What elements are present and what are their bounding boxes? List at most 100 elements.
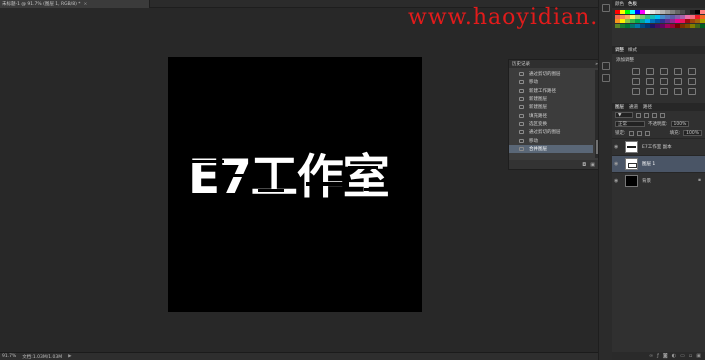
color-swatch[interactable] xyxy=(620,23,625,28)
eye-icon[interactable]: ◉ xyxy=(614,161,622,167)
vibrance-icon[interactable] xyxy=(688,67,696,75)
color-swatch[interactable] xyxy=(635,14,640,19)
eye-icon[interactable]: ◉ xyxy=(614,144,622,150)
color-swatch[interactable] xyxy=(635,10,640,14)
brightness-icon[interactable] xyxy=(632,67,640,75)
threshold-icon[interactable] xyxy=(660,87,668,95)
new-layer-icon[interactable]: ▫ xyxy=(689,353,692,359)
color-swatch[interactable] xyxy=(660,19,665,23)
tab-layers[interactable]: 图层 xyxy=(615,104,624,110)
mask-icon[interactable]: ◙ xyxy=(663,353,668,359)
color-swatch[interactable] xyxy=(625,14,630,19)
trash-icon[interactable]: ▣ xyxy=(590,162,595,168)
color-swatch[interactable] xyxy=(645,23,650,28)
color-swatch[interactable] xyxy=(685,19,690,23)
color-swatch[interactable] xyxy=(680,23,685,28)
color-swatch[interactable] xyxy=(700,14,705,19)
tab-paths[interactable]: 路径 xyxy=(643,104,652,110)
color-swatch[interactable] xyxy=(635,23,640,28)
color-swatch[interactable] xyxy=(665,14,670,19)
color-swatch[interactable] xyxy=(655,23,660,28)
eye-icon[interactable]: ◉ xyxy=(614,178,622,184)
color-swatch[interactable] xyxy=(695,14,700,19)
filter-adjust-icon[interactable] xyxy=(644,112,649,118)
layer-kind-filter[interactable]: ▼ xyxy=(615,112,633,118)
history-item[interactable]: 移动 xyxy=(509,78,593,86)
posterize-icon[interactable] xyxy=(646,87,654,95)
color-swatch[interactable] xyxy=(615,10,620,14)
color-swatch[interactable] xyxy=(650,10,655,14)
color-swatch[interactable] xyxy=(695,23,700,28)
color-swatch[interactable] xyxy=(690,19,695,23)
color-swatch[interactable] xyxy=(690,14,695,19)
color-swatch[interactable] xyxy=(645,19,650,23)
tab-color[interactable]: 颜色 xyxy=(615,1,624,7)
lock-position-icon[interactable] xyxy=(636,130,642,136)
color-swatch[interactable] xyxy=(695,19,700,23)
zoom-level[interactable]: 91.7% xyxy=(2,354,16,359)
color-swatch[interactable] xyxy=(680,19,685,23)
color-swatch[interactable] xyxy=(640,19,645,23)
camera-icon[interactable]: ◘ xyxy=(582,162,586,168)
color-swatch[interactable] xyxy=(670,19,675,23)
color-swatch[interactable] xyxy=(700,19,705,23)
color-swatch[interactable] xyxy=(650,23,655,28)
color-swatch[interactable] xyxy=(640,10,645,14)
layer-row-selected[interactable]: ◉ 图层 1 xyxy=(612,154,705,172)
history-item[interactable]: 通过剪切的图层 xyxy=(509,128,593,136)
tab-adjustments[interactable]: 调整 xyxy=(615,47,624,53)
history-item[interactable]: 通过剪切的图层 xyxy=(509,70,593,78)
photo-filter-icon[interactable] xyxy=(674,77,682,85)
color-swatch[interactable] xyxy=(615,23,620,28)
tab-channels[interactable]: 通道 xyxy=(629,104,638,110)
history-item[interactable]: 新建图层 xyxy=(509,103,593,111)
color-swatch[interactable] xyxy=(680,14,685,19)
history-panel-header[interactable]: 历史记录 » xyxy=(509,60,601,68)
tab-styles[interactable]: 样式 xyxy=(628,47,637,53)
levels-icon[interactable] xyxy=(646,67,654,75)
link-icon[interactable]: ∞ xyxy=(649,353,653,359)
color-swatch[interactable] xyxy=(630,23,635,28)
color-swatch[interactable] xyxy=(660,14,665,19)
color-swatch[interactable] xyxy=(695,10,700,14)
color-swatch[interactable] xyxy=(615,14,620,19)
color-swatch[interactable] xyxy=(650,14,655,19)
trash-icon[interactable]: ▣ xyxy=(696,353,701,359)
color-swatch[interactable] xyxy=(635,19,640,23)
adjustment-layer-icon[interactable]: ◐ xyxy=(672,353,676,359)
fx-icon[interactable]: ƒ xyxy=(657,353,659,359)
document-tab[interactable]: 未标题-1 @ 91.7% (图层 1, RGB/8) * × xyxy=(0,0,150,8)
color-swatch[interactable] xyxy=(630,14,635,19)
history-item[interactable]: 新建图层 xyxy=(509,95,593,103)
lock-pixels-icon[interactable] xyxy=(628,130,634,136)
document-canvas[interactable]: E7工作室 xyxy=(168,57,422,312)
color-swatch[interactable] xyxy=(660,10,665,14)
close-icon[interactable]: × xyxy=(84,2,88,7)
color-swatch[interactable] xyxy=(700,10,705,14)
color-swatch[interactable] xyxy=(640,14,645,19)
color-swatch[interactable] xyxy=(625,19,630,23)
filter-shape-icon[interactable] xyxy=(660,112,665,118)
color-swatch[interactable] xyxy=(690,23,695,28)
filter-pixel-icon[interactable] xyxy=(636,112,641,118)
color-swatch[interactable] xyxy=(685,14,690,19)
brush-panel-icon[interactable] xyxy=(601,74,610,82)
color-swatch[interactable] xyxy=(620,19,625,23)
color-swatch[interactable] xyxy=(680,10,685,14)
color-swatch[interactable] xyxy=(675,23,680,28)
gradient-map-icon[interactable] xyxy=(674,87,682,95)
color-swatch[interactable] xyxy=(625,23,630,28)
color-swatch[interactable] xyxy=(630,10,635,14)
opacity-input[interactable]: 100% xyxy=(670,121,690,127)
color-swatch[interactable] xyxy=(700,23,705,28)
color-panel-icon[interactable] xyxy=(601,4,610,12)
color-swatch[interactable] xyxy=(655,19,660,23)
filter-text-icon[interactable] xyxy=(652,112,657,118)
color-swatch[interactable] xyxy=(665,19,670,23)
blend-mode-select[interactable]: 正常 xyxy=(615,121,645,127)
history-item[interactable]: 新建工作路径 xyxy=(509,87,593,95)
color-swatch[interactable] xyxy=(665,10,670,14)
history-panel-icon[interactable] xyxy=(601,62,610,70)
color-balance-icon[interactable] xyxy=(646,77,654,85)
color-swatch[interactable] xyxy=(655,14,660,19)
